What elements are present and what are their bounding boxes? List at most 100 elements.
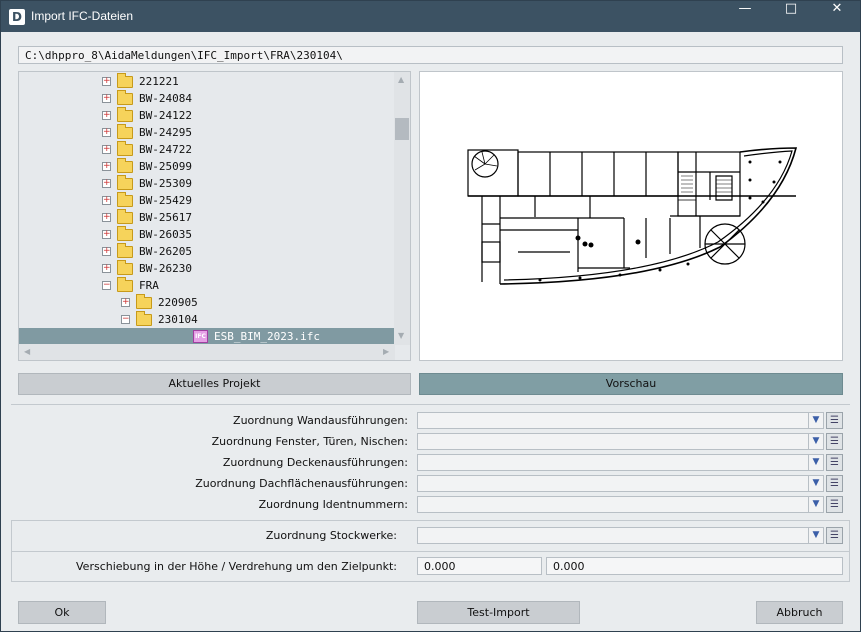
expand-icon[interactable]: +	[102, 247, 111, 256]
window-title: Import IFC-Dateien	[31, 9, 134, 23]
tree-item-label: 221221	[139, 75, 179, 88]
separator	[11, 404, 850, 405]
expand-icon[interactable]: +	[102, 77, 111, 86]
assignment-tree-button[interactable]: ☰	[826, 433, 843, 450]
chevron-down-icon[interactable]: ▼	[808, 497, 823, 512]
folder-icon	[117, 260, 133, 275]
tree-folder-item[interactable]: + BW-24295	[19, 124, 395, 141]
path-field: C:\dhppro_8\AidaMeldungen\IFC_Import\FRA…	[18, 46, 843, 64]
tree-item-label: BW-24295	[139, 126, 192, 139]
tree-item-label: BW-25429	[139, 194, 192, 207]
tree-folder-item[interactable]: + BW-25309	[19, 175, 395, 192]
assignment-combo[interactable]: ▼	[417, 454, 824, 471]
tree-item-label: 230104	[158, 313, 198, 326]
maximize-icon: □	[784, 1, 798, 16]
assignment-label: Zuordnung Dachflächenausführungen:	[195, 477, 408, 490]
chevron-down-icon[interactable]: ▼	[808, 455, 823, 470]
collapse-icon[interactable]: −	[121, 315, 130, 324]
assignment-combo[interactable]: ▼	[417, 433, 824, 450]
tree-item-label: BW-24122	[139, 109, 192, 122]
scroll-up-icon[interactable]: ▲	[398, 75, 404, 84]
folder-icon	[117, 277, 133, 292]
chevron-down-icon[interactable]: ▼	[808, 413, 823, 428]
tree-folder-item[interactable]: + BW-24122	[19, 107, 395, 124]
folder-icon	[117, 243, 133, 258]
tree-item-label: BW-25309	[139, 177, 192, 190]
storeys-tree-button[interactable]: ☰	[826, 527, 843, 544]
rotation-input[interactable]: 0.000	[546, 557, 843, 575]
assignment-combo[interactable]: ▼	[417, 496, 824, 513]
folder-tree[interactable]: +221221 + BW-24084 + BW-24122 + BW-24295 + BW-24…	[18, 71, 411, 361]
height-offset-input[interactable]: 0.000	[417, 557, 542, 575]
storeys-combo[interactable]: ▼	[417, 527, 824, 544]
expand-icon[interactable]: +	[102, 230, 111, 239]
floor-plan-preview	[467, 147, 798, 285]
assignment-tree-button[interactable]: ☰	[826, 496, 843, 513]
chevron-down-icon[interactable]: ▼	[808, 476, 823, 491]
assignment-combo[interactable]: ▼	[417, 412, 824, 429]
scroll-down-icon[interactable]: ▼	[398, 331, 404, 340]
expand-icon[interactable]: +	[102, 94, 111, 103]
tree-item-label: BW-25099	[139, 160, 192, 173]
chevron-down-icon[interactable]: ▼	[808, 434, 823, 449]
tree-folder-item[interactable]: + BW-25099	[19, 158, 395, 175]
assignment-tree-button[interactable]: ☰	[826, 475, 843, 492]
tree-vertical-scrollbar[interactable]: ▲ ▼	[394, 72, 410, 345]
cancel-button[interactable]: Abbruch	[756, 601, 843, 624]
tree-folder-item[interactable]: +220905	[19, 294, 395, 311]
ok-button[interactable]: Ok	[18, 601, 106, 624]
preview-panel	[419, 71, 843, 361]
folder-icon	[117, 192, 133, 207]
expand-icon[interactable]: +	[102, 111, 111, 120]
expand-icon[interactable]: +	[102, 213, 111, 222]
tree-item-label: BW-24084	[139, 92, 192, 105]
test-import-button[interactable]: Test-Import	[417, 601, 580, 624]
tree-folder-item[interactable]: − FRA	[19, 277, 395, 294]
tree-scroll-thumb[interactable]	[395, 118, 409, 140]
scroll-right-icon[interactable]: ▶	[383, 347, 389, 356]
expand-icon[interactable]: +	[102, 128, 111, 137]
folder-icon	[117, 226, 133, 241]
storeys-label: Zuordnung Stockwerke:	[265, 529, 397, 542]
tree-item-label: FRA	[139, 279, 159, 292]
assignment-tree-button[interactable]: ☰	[826, 412, 843, 429]
folder-icon	[117, 124, 133, 139]
tree-item-label: BW-24722	[139, 143, 192, 156]
tree-item-label: BW-26205	[139, 245, 192, 258]
tree-folder-item[interactable]: + BW-24084	[19, 90, 395, 107]
tree-folder-item[interactable]: +221221	[19, 73, 395, 90]
expand-icon[interactable]: +	[121, 298, 130, 307]
tree-folder-item[interactable]: + BW-25617	[19, 209, 395, 226]
tree-folder-item[interactable]: − 230104	[19, 311, 395, 328]
preview-button[interactable]: Vorschau	[419, 373, 843, 395]
app-icon: D	[9, 9, 25, 25]
assignment-tree-button[interactable]: ☰	[826, 454, 843, 471]
maximize-button[interactable]: □	[768, 1, 814, 32]
hierarchy-icon: ☰	[830, 499, 839, 510]
tree-folder-item[interactable]: + BW-26035	[19, 226, 395, 243]
folder-icon	[117, 107, 133, 122]
assignment-combo[interactable]: ▼	[417, 475, 824, 492]
hierarchy-icon: ☰	[830, 457, 839, 468]
expand-icon[interactable]: +	[102, 264, 111, 273]
close-button[interactable]: ✕	[814, 1, 860, 32]
collapse-icon[interactable]: −	[102, 281, 111, 290]
tree-folder-item[interactable]: + BW-26230	[19, 260, 395, 277]
minimize-button[interactable]: —	[722, 1, 768, 32]
minimize-icon: —	[738, 1, 752, 16]
folder-icon	[136, 294, 152, 309]
tree-file-item[interactable]: IFC ESB_BIM_2023.ifc	[19, 328, 395, 345]
expand-icon[interactable]: +	[102, 196, 111, 205]
current-project-button[interactable]: Aktuelles Projekt	[18, 373, 411, 395]
chevron-down-icon[interactable]: ▼	[808, 528, 823, 543]
expand-icon[interactable]: +	[102, 145, 111, 154]
scroll-left-icon[interactable]: ◀	[24, 347, 30, 356]
expand-icon[interactable]: +	[102, 179, 111, 188]
tree-folder-item[interactable]: + BW-24722	[19, 141, 395, 158]
folder-icon	[136, 311, 152, 326]
tree-folder-item[interactable]: + BW-25429	[19, 192, 395, 209]
expand-icon[interactable]: +	[102, 162, 111, 171]
ifc-file-icon: IFC	[193, 330, 208, 343]
tree-folder-item[interactable]: + BW-26205	[19, 243, 395, 260]
tree-horizontal-scrollbar[interactable]: ◀ ▶	[19, 344, 395, 360]
